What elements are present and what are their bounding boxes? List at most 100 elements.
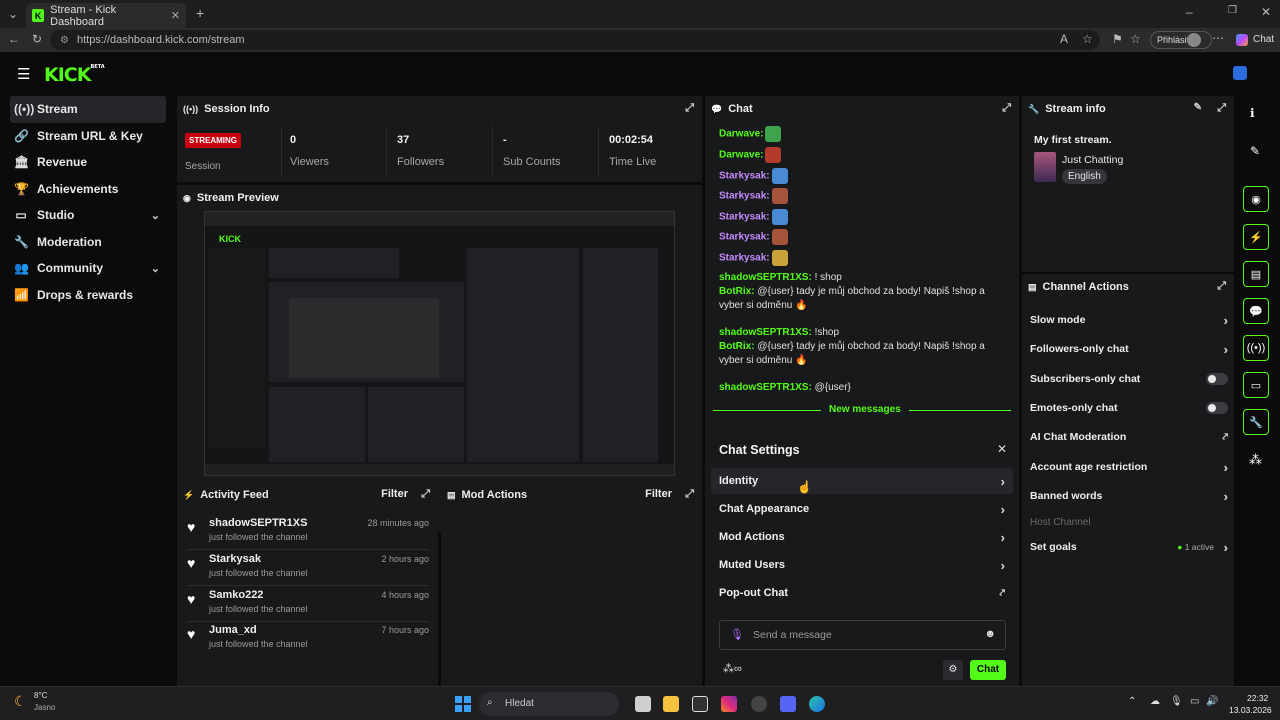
expand-icon[interactable]: ⤢ <box>421 488 430 501</box>
wrench-rail-icon[interactable]: 🔧 <box>1243 409 1269 435</box>
chat-username[interactable]: BotRix: <box>719 286 755 297</box>
new-tab-icon[interactable]: + <box>196 5 204 21</box>
emoji-icon[interactable]: ☻ <box>984 628 996 640</box>
extensions-icon[interactable]: ⚑ <box>1112 32 1123 46</box>
chat-message-input[interactable]: 🎙 Send a message ☻ <box>719 620 1006 650</box>
chat-settings-muted-users[interactable]: Muted Users › <box>711 552 1013 578</box>
sidebar-item-drops-rewards[interactable]: 📶 Drops & rewards <box>10 282 166 309</box>
expand-icon[interactable]: ⤢ <box>1217 280 1226 293</box>
instagram-icon[interactable] <box>721 696 737 712</box>
app-g-icon[interactable] <box>692 696 708 712</box>
expand-icon[interactable]: ⤢ <box>1217 102 1226 115</box>
list-rail-icon[interactable]: ▤ <box>1243 261 1269 287</box>
chat-settings-mod-actions[interactable]: Mod Actions › <box>711 524 1013 550</box>
copilot-chat-label[interactable]: Chat <box>1253 34 1274 45</box>
discord-icon[interactable] <box>780 696 796 712</box>
translate-icon[interactable]: A <box>1060 32 1068 46</box>
file-explorer-icon[interactable] <box>663 696 679 712</box>
sidebar-item-revenue[interactable]: 🏛 Revenue <box>10 149 166 176</box>
browser-tab[interactable]: K Stream - Kick Dashboard ✕ <box>26 3 186 28</box>
sidebar-item-stream[interactable]: ((•)) Stream <box>10 96 166 123</box>
kick-points-icon[interactable]: ⁂∞ <box>723 662 742 675</box>
chat-rail-icon[interactable]: 💬 <box>1243 298 1269 324</box>
ai-chat-moderation-row[interactable]: AI Chat Moderation ⤤ <box>1030 423 1228 451</box>
clock-time[interactable]: 22:32 <box>1247 693 1268 703</box>
tray-chevron-icon[interactable]: ⌃ <box>1128 696 1136 707</box>
mod-actions-filter-button[interactable]: Filter <box>645 488 672 500</box>
network-icon[interactable]: ▭ <box>1190 696 1199 707</box>
restore-icon[interactable]: ❐ <box>1228 5 1237 16</box>
edit-icon[interactable]: ✎ <box>1194 102 1202 113</box>
edge-icon[interactable] <box>809 696 825 712</box>
close-window-icon[interactable]: ✕ <box>1261 5 1271 19</box>
task-view-icon[interactable] <box>635 696 651 712</box>
chat-username[interactable]: Starkysak: <box>719 232 770 243</box>
chat-settings-popout[interactable]: Pop-out Chat ⤤ <box>711 580 1013 606</box>
chat-username[interactable]: shadowSEPTR1XS: <box>719 272 812 283</box>
microphone-icon[interactable]: 🎙 <box>730 628 744 641</box>
chat-username[interactable]: Starkysak: <box>719 171 770 182</box>
chat-settings-identity[interactable]: Identity › <box>711 468 1013 494</box>
sidebar-item-community[interactable]: 👥 Community ⌄ <box>10 255 166 282</box>
user-avatar[interactable] <box>1233 66 1247 80</box>
chat-header: 💬 Chat ⤢ <box>711 102 1011 115</box>
info-icon[interactable]: ℹ <box>1250 106 1255 120</box>
activity-filter-button[interactable]: Filter <box>381 488 408 500</box>
more-icon[interactable]: ⋯ <box>1212 31 1224 45</box>
microphone-tray-icon[interactable]: 🎙 <box>1170 696 1183 707</box>
chat-username[interactable]: shadowSEPTR1XS: <box>719 327 812 338</box>
chat-username[interactable]: Darwave: <box>719 150 763 161</box>
copilot-icon[interactable] <box>1236 34 1248 46</box>
slow-mode-row[interactable]: Slow mode › <box>1030 306 1228 334</box>
close-icon[interactable]: ✕ <box>997 442 1007 456</box>
url-field[interactable]: ⚙ https://dashboard.kick.com/stream <box>50 30 1100 50</box>
minimize-icon[interactable]: – <box>1186 5 1193 19</box>
chat-username[interactable]: Darwave: <box>719 129 763 140</box>
pencil-icon[interactable]: ✎ <box>1250 144 1260 158</box>
taskbar-search[interactable]: ⌕ Hledat <box>479 692 619 716</box>
sidebar-item-moderation[interactable]: 🔧 Moderation <box>10 229 166 256</box>
dots-icon[interactable]: ⁂ <box>1249 452 1262 468</box>
tab-list-icon[interactable]: ⌄ <box>8 7 18 21</box>
emotes-only-toggle[interactable] <box>1206 402 1228 414</box>
profile-button[interactable]: Přihlásit <box>1150 31 1213 49</box>
expand-icon[interactable]: ⤢ <box>1002 102 1011 115</box>
banned-words-row[interactable]: Banned words › <box>1030 482 1228 510</box>
lightning-rail-icon[interactable]: ⚡ <box>1243 224 1269 250</box>
onedrive-icon[interactable]: ☁ <box>1150 696 1160 707</box>
sidebar-item-stream-url-key[interactable]: 🔗 Stream URL & Key <box>10 123 166 150</box>
account-age-restriction-row[interactable]: Account age restriction › <box>1030 453 1228 481</box>
favorites-bar-icon[interactable]: ☆ <box>1130 32 1141 46</box>
camera-rail-icon[interactable]: ◉ <box>1243 186 1269 212</box>
close-tab-icon[interactable]: ✕ <box>171 9 180 22</box>
expand-icon[interactable]: ⤢ <box>685 488 694 501</box>
sidebar-item-achievements[interactable]: 🏆 Achievements <box>10 176 166 203</box>
back-icon[interactable]: ← <box>8 32 20 46</box>
site-info-icon[interactable]: ⚙ <box>60 35 69 46</box>
refresh-icon[interactable]: ↻ <box>32 32 42 46</box>
windows-start-icon[interactable] <box>455 696 471 712</box>
subscribers-only-toggle[interactable] <box>1206 373 1228 385</box>
expand-icon[interactable]: ⤢ <box>685 102 694 115</box>
followers-only-row[interactable]: Followers-only chat › <box>1030 335 1228 363</box>
chat-username[interactable]: Starkysak: <box>719 253 770 264</box>
set-goals-row[interactable]: Set goals ● 1 active › <box>1030 533 1228 561</box>
kick-logo[interactable]: KICKBETA <box>44 64 105 86</box>
volume-icon[interactable]: 🔊 <box>1206 696 1218 707</box>
favorite-icon[interactable]: ☆ <box>1082 32 1093 46</box>
chat-settings-gear-icon[interactable]: ⚙ <box>943 660 963 680</box>
clock-date[interactable]: 13.03.2026 <box>1229 705 1272 715</box>
broadcast-rail-icon[interactable]: ((•)) <box>1243 335 1269 361</box>
chat-settings-appearance[interactable]: Chat Appearance › <box>711 496 1013 522</box>
sidebar-item-studio[interactable]: ▭ Studio ⌄ <box>10 202 166 229</box>
menu-icon[interactable]: ☰ <box>17 65 30 83</box>
chat-username[interactable]: shadowSEPTR1XS: <box>719 382 812 393</box>
chat-username[interactable]: Starkysak: <box>719 212 770 223</box>
chat-username[interactable]: Starkysak: <box>719 191 770 202</box>
obs-icon[interactable] <box>751 696 767 712</box>
chat-username[interactable]: BotRix: <box>719 341 755 352</box>
send-chat-button[interactable]: Chat <box>970 660 1006 680</box>
layout-rail-icon[interactable]: ▭ <box>1243 372 1269 398</box>
stream-preview-video[interactable]: KICK <box>204 211 675 476</box>
weather-icon[interactable]: ☾ <box>14 693 27 710</box>
